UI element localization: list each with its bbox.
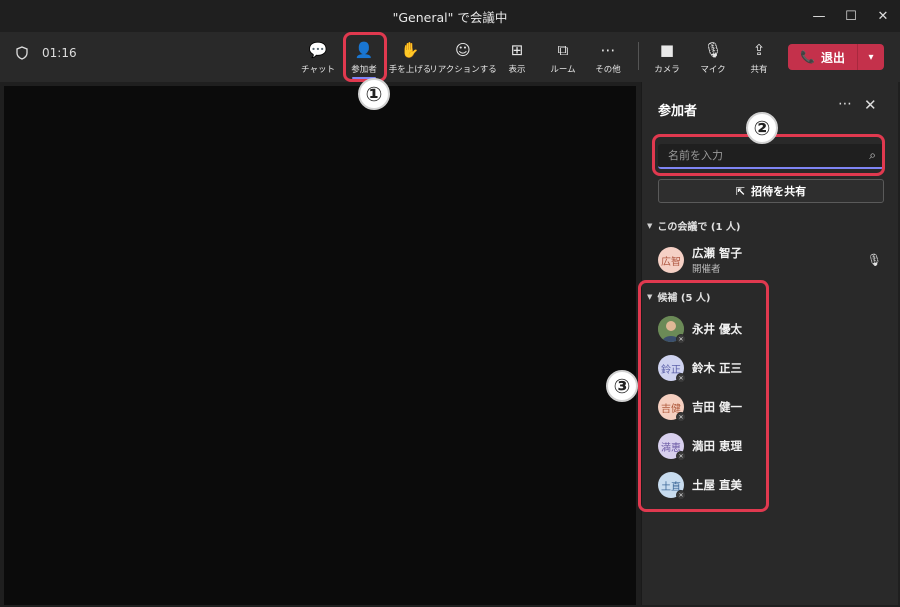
mic-button[interactable]: 🎙 マイク [690,40,736,75]
more-button[interactable]: ⋯ その他 [585,40,631,75]
annotation-number-3: ③ [606,370,638,402]
title-bar: "General" で会議中 — ☐ ✕ [0,0,900,32]
callout-participants [343,32,387,82]
maximize-button[interactable]: ☐ [834,0,868,32]
avatar-initials: 広智 [661,256,681,268]
camera-button[interactable]: ■ カメラ [644,40,690,75]
share-icon: ⇪ [752,41,766,59]
meeting-timer: 01:16 [42,46,77,60]
toolbar-divider [638,42,639,70]
chat-label: チャット [301,65,335,75]
leave-button[interactable]: 📞 退出 ▾ [788,44,884,70]
meeting-stage [4,86,636,605]
reaction-label: リアクションする [429,65,497,75]
camera-label: カメラ [654,65,680,75]
shield-icon [16,46,28,60]
minimize-button[interactable]: — [802,0,836,32]
reaction-button[interactable]: ☺ リアクションする [429,40,497,75]
share-invite-button[interactable]: ⇱ 招待を共有 [658,179,884,203]
annotation-number-1: ① [358,78,390,110]
raise-hand-icon: ✋ [400,41,420,59]
rooms-icon: ⧉ [557,41,569,59]
view-button[interactable]: ⊞ 表示 [494,40,540,75]
share-link-icon: ⇱ [735,184,746,198]
participant-role: 開催者 [692,264,721,275]
more-icon: ⋯ [600,41,616,59]
collapse-triangle-icon: ▼ [647,221,653,230]
participant-item[interactable]: 広智 広瀬 智子 開催者 🎙 [658,245,888,275]
mic-icon: 🎙 [703,41,723,59]
chat-button[interactable]: 💬 チャット [295,40,341,75]
share-invite-label: 招待を共有 [751,185,807,198]
panel-title: 参加者 [658,104,698,119]
window-title: "General" で会議中 [392,9,508,25]
panel-close-icon[interactable]: ✕ [864,96,877,114]
annotation-number-2: ② [746,112,778,144]
participant-name: 広瀬 智子 [692,246,743,260]
raise-hand-button[interactable]: ✋ 手を上げる [387,40,433,75]
panel-more-icon[interactable]: ⋯ [838,96,852,112]
view-icon: ⊞ [510,41,524,59]
view-label: 表示 [508,65,526,75]
hang-up-icon: 📞 [800,50,815,64]
share-label: 共有 [750,65,768,75]
reaction-icon: ☺ [455,41,471,59]
mic-label: マイク [700,65,726,75]
leave-label: 退出 [820,50,845,65]
rooms-button[interactable]: ⧉ ルーム [540,40,586,75]
rooms-label: ルーム [550,65,576,75]
avatar: 広智 [658,247,684,273]
in-meeting-section-header[interactable]: ▼ この会議で (1 人) [647,218,741,234]
close-window-button[interactable]: ✕ [866,0,900,32]
chat-icon: 💬 [308,41,328,59]
mic-icon: 🎙 [866,253,882,267]
more-label: その他 [595,65,621,75]
share-button[interactable]: ⇪ 共有 [736,40,782,75]
meeting-toolbar: 01:16 💬 チャット 👤 参加者 ✋ 手を上げる ☺ リアクションする ⊞ … [0,32,900,82]
camera-icon: ■ [659,41,675,59]
leave-options-chevron-icon[interactable]: ▾ [858,52,884,63]
raise-hand-label: 手を上げる [388,65,432,75]
in-meeting-header-label: この会議で (1 人) [657,222,741,233]
callout-suggested [638,280,769,512]
